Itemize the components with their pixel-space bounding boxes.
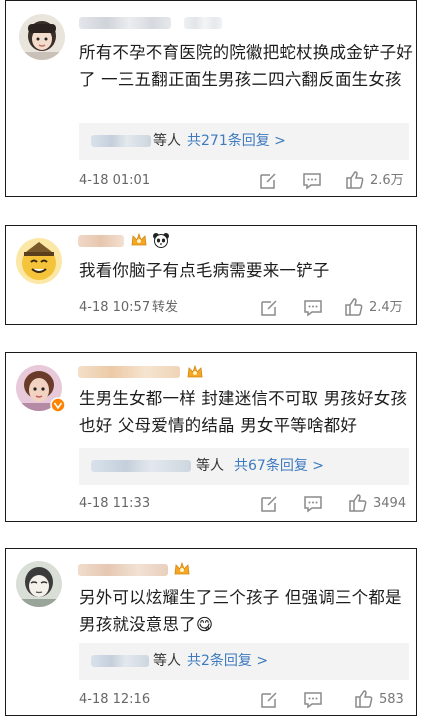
avatar[interactable] [19,14,65,60]
like-count: 2.6万 [370,173,404,188]
comment-icon[interactable] [303,494,323,518]
reply-users-suffix: 等人 [153,653,181,669]
reply-preview[interactable]: 等人 共67条回复 > [79,448,409,485]
crown-badge-icon [130,232,148,253]
panda-badge-icon [152,232,170,253]
reply-users-blurred [91,460,191,472]
like-count: 2.4万 [369,300,403,315]
thumbs-up-icon[interactable] [344,297,364,321]
edit-icon[interactable] [259,298,279,322]
comment-icon[interactable] [303,298,323,322]
reply-users-suffix: 等人 [196,458,224,474]
reply-preview[interactable]: 等人 共2条回复 > [79,643,409,680]
username-blurred[interactable] [78,366,180,378]
username-blurred[interactable] [184,17,222,29]
edit-icon[interactable] [259,690,279,714]
username-blurred[interactable] [79,17,171,29]
timestamp: 4-18 11:33 [79,496,151,511]
view-replies-link[interactable]: 共67条回复 > [234,457,324,476]
comment-icon[interactable] [302,171,322,195]
comment-text: 生男生女都一样 封建迷信不可取 男孩好女孩也好 父母爱情的结晶 男女平等啥都好 [79,389,408,435]
verified-badge-icon [50,397,66,417]
timestamp: 4-18 12:16 [79,692,151,707]
like-count: 583 [379,692,404,707]
reply-preview[interactable]: 等人 共271条回复 > [79,123,409,160]
timestamp: 4-18 01:01 [79,173,151,188]
reply-users-blurred [91,655,149,667]
reply-users-suffix: 等人 [153,133,181,149]
crown-badge-icon [173,561,191,582]
forward-link[interactable]: 转发 [152,299,178,317]
comment-text: 所有不孕不育医院的院徽把蛇杖换成金铲子好了 一三五翻正面生男孩二四六翻反面生女孩 [79,43,413,89]
thumbs-up-icon[interactable] [348,493,368,517]
comment-card-3: 生男生女都一样 封建迷信不可取 男孩好女孩也好 父母爱情的结晶 男女平等啥都好 … [5,352,417,522]
comment-icon[interactable] [303,690,323,714]
edit-icon[interactable] [258,171,278,195]
avatar[interactable] [16,238,62,284]
timestamp: 4-18 10:57 [79,300,151,315]
comment-card-1: 所有不孕不育医院的院徽把蛇杖换成金铲子好了 一三五翻正面生男孩二四六翻反面生女孩… [5,0,417,197]
edit-icon[interactable] [259,494,279,518]
view-replies-link[interactable]: 共271条回复 > [187,132,286,151]
username-blurred[interactable] [78,235,124,247]
reply-users-blurred [91,135,151,147]
comment-card-4: 另外可以炫耀生了三个孩子 但强调三个都是男孩就没意思了😋 等人 共2条回复 > … [5,548,417,716]
comment-card-2: 我看你脑子有点毛病需要来一铲子 4-18 10:57 转发 2.4万 [5,225,417,325]
like-count: 3494 [373,496,407,511]
thumbs-up-icon[interactable] [354,689,374,713]
view-replies-link[interactable]: 共2条回复 > [187,652,268,671]
comment-text: 另外可以炫耀生了三个孩子 但强调三个都是男孩就没意思了😋 [79,588,402,634]
thumbs-up-icon[interactable] [345,170,365,194]
crown-badge-icon [186,364,204,385]
avatar[interactable] [16,561,62,607]
username-blurred[interactable] [78,564,168,576]
comment-text: 我看你脑子有点毛病需要来一铲子 [79,261,330,280]
